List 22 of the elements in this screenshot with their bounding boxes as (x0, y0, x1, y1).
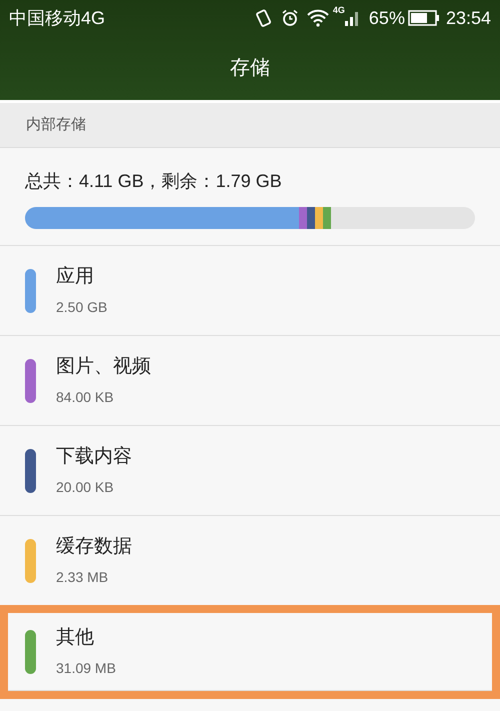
network-type: 4G (332, 4, 345, 17)
signal-icon (344, 9, 359, 27)
category-size: 20.00 KB (56, 478, 115, 498)
category-name: 其他 (56, 626, 95, 650)
alarm-icon (280, 9, 299, 27)
battery-icon (408, 10, 440, 26)
section-title: 内部存储 (26, 114, 86, 135)
page-title: 存储 (230, 56, 270, 81)
category-name: 应用 (56, 264, 95, 289)
wifi-icon (306, 9, 329, 27)
storage-summary: 总共：4.11 GB，剩余：1.79 GB (25, 170, 283, 193)
carrier-name: 中国移动4G (9, 6, 106, 30)
category-name: 缓存数据 (56, 534, 132, 559)
category-size: 2.50 GB (56, 298, 108, 318)
battery-percent: 65% (368, 6, 405, 30)
category-size: 31.09 MB (56, 659, 116, 678)
category-size: 84.00 KB (56, 388, 115, 408)
vibrate-icon (254, 8, 273, 28)
category-size: 2.33 MB (56, 568, 110, 588)
category-name: 图片、视频 (56, 354, 151, 379)
clock-time: 23:54 (446, 6, 491, 30)
category-name: 下载内容 (56, 444, 132, 469)
